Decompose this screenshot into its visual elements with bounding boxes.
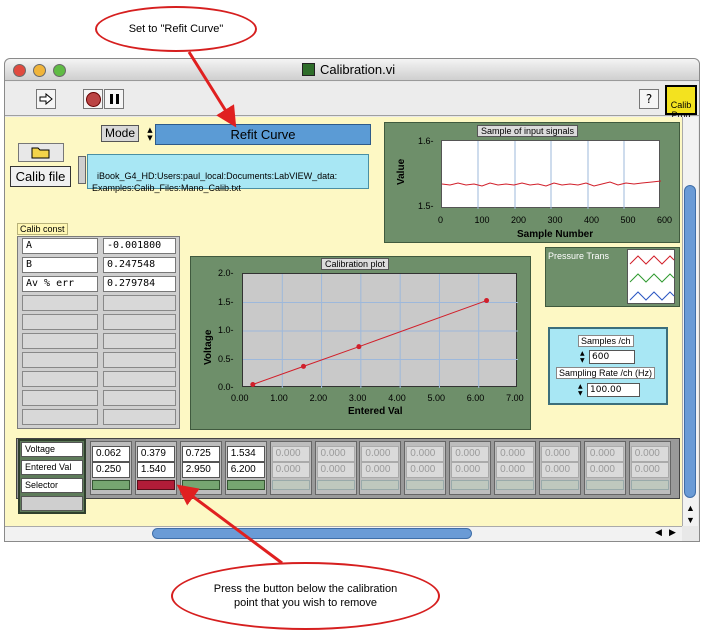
arrow-to-mode [187, 51, 237, 128]
callout-arrows [176, 51, 283, 565]
arrow-to-selector [176, 484, 283, 565]
